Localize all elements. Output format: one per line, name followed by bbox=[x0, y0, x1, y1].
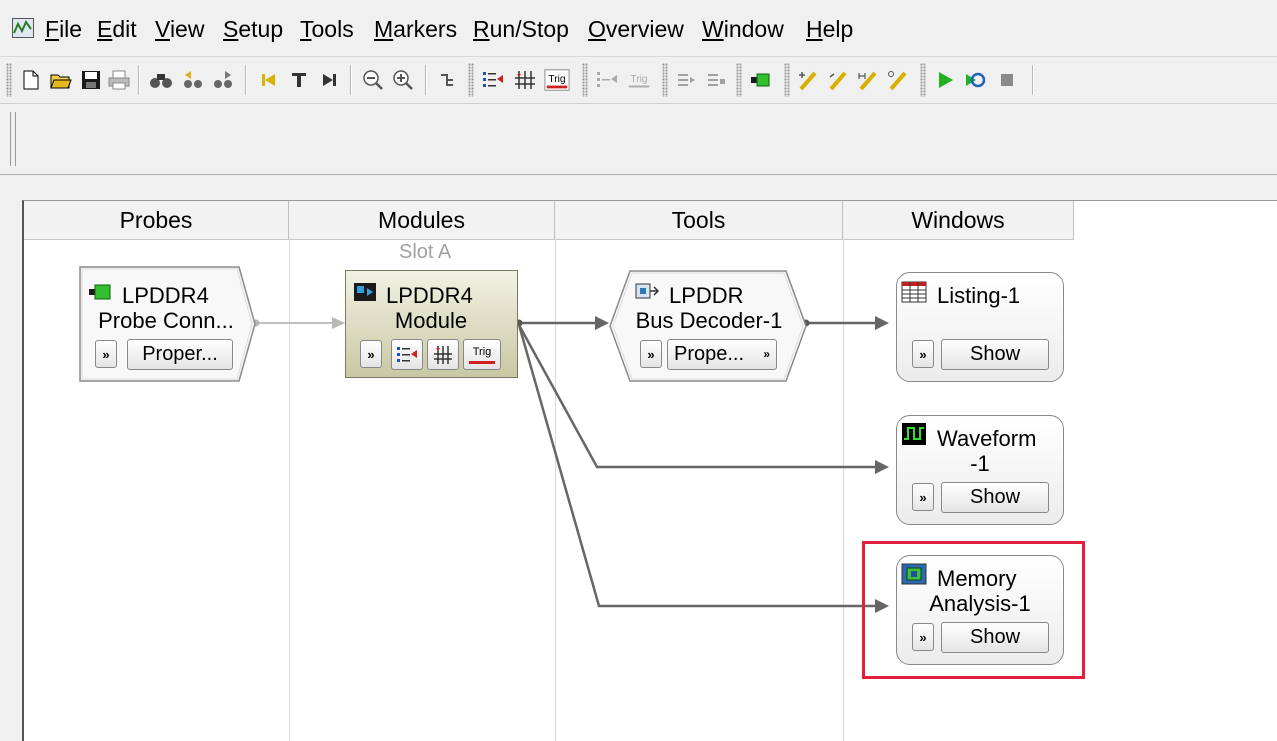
column-header-modules: Modules bbox=[289, 201, 555, 240]
menu-file[interactable]: File bbox=[45, 14, 82, 44]
secondary-toolbar-grip[interactable] bbox=[10, 112, 16, 166]
find-previous-icon[interactable] bbox=[180, 67, 206, 93]
highlight-box bbox=[862, 541, 1085, 679]
toolbar-grip[interactable] bbox=[6, 63, 12, 97]
menu-bar: File Edit View Setup Tools Markers Run/S… bbox=[0, 0, 1277, 56]
secondary-toolbar bbox=[0, 103, 1277, 175]
column-header-windows: Windows bbox=[843, 201, 1074, 240]
app-icon bbox=[12, 18, 34, 38]
menu-view[interactable]: View bbox=[155, 14, 204, 44]
toolbar: Trig Trig bbox=[0, 56, 1277, 103]
probe-icon[interactable] bbox=[748, 67, 774, 93]
go-to-end-icon[interactable] bbox=[316, 67, 342, 93]
probe-node-title: LPDDR4 bbox=[122, 283, 209, 308]
go-to-start-icon[interactable] bbox=[256, 67, 282, 93]
slot-label: Slot A bbox=[399, 241, 452, 263]
probe-icon bbox=[89, 284, 111, 300]
menu-markers[interactable]: Markers bbox=[374, 14, 457, 44]
timing-setup-icon bbox=[434, 345, 452, 364]
probe-node-subtitle: Probe Conn... bbox=[98, 308, 234, 333]
menu-help[interactable]: Help bbox=[806, 14, 853, 44]
waveform-window-title: Waveform bbox=[937, 426, 1037, 451]
tool-node-title: LPDDR bbox=[669, 283, 744, 308]
module-expand-button[interactable]: » bbox=[360, 340, 382, 368]
menu-overview[interactable]: Overview bbox=[588, 14, 684, 44]
menu-window[interactable]: Window bbox=[702, 14, 784, 44]
save-icon[interactable] bbox=[78, 67, 104, 93]
find-icon[interactable] bbox=[148, 67, 174, 93]
column-header-probes: Probes bbox=[24, 201, 289, 240]
go-to-trigger-icon[interactable] bbox=[286, 67, 312, 93]
module-icon bbox=[354, 283, 376, 301]
tool-properties-label: Prope... bbox=[674, 343, 745, 365]
list-icon bbox=[674, 67, 700, 93]
probe-expand-button[interactable]: » bbox=[95, 340, 117, 368]
sampling-setup-disabled-icon bbox=[594, 67, 620, 93]
module-node-subtitle: Module bbox=[394, 308, 468, 333]
trigger-disabled-icon: Trig bbox=[626, 67, 652, 93]
trigger-icon[interactable]: Trig bbox=[544, 67, 570, 93]
find-next-icon[interactable] bbox=[210, 67, 236, 93]
waveform-show-button[interactable]: Show bbox=[941, 482, 1049, 513]
marker-add-icon[interactable] bbox=[796, 67, 822, 93]
timing-setup-icon[interactable] bbox=[512, 67, 538, 93]
marker-time-icon[interactable] bbox=[856, 67, 882, 93]
svg-text:Trig: Trig bbox=[630, 74, 648, 85]
new-file-icon[interactable] bbox=[18, 67, 44, 93]
tool-properties-dropdown[interactable]: Prope... » bbox=[667, 339, 777, 370]
menu-run-stop[interactable]: Run/Stop bbox=[473, 14, 569, 44]
listing-icon bbox=[901, 281, 927, 303]
marker-off-icon[interactable] bbox=[886, 67, 912, 93]
marker-edit-icon[interactable] bbox=[826, 67, 852, 93]
list-stop-icon bbox=[704, 67, 730, 93]
tool-expand-button[interactable]: » bbox=[640, 340, 662, 368]
open-folder-icon[interactable] bbox=[48, 67, 74, 93]
connect-icon[interactable] bbox=[435, 67, 461, 93]
print-icon[interactable] bbox=[106, 67, 132, 93]
waveform-window-subtitle: -1 bbox=[970, 451, 990, 476]
decoder-icon bbox=[635, 283, 660, 299]
module-timing-button[interactable] bbox=[427, 339, 459, 370]
stop-icon[interactable] bbox=[994, 67, 1020, 93]
menu-tools[interactable]: Tools bbox=[300, 14, 354, 44]
waveform-icon bbox=[902, 423, 926, 445]
module-trigger-button[interactable]: Trig bbox=[463, 339, 501, 370]
listing-show-button[interactable]: Show bbox=[941, 339, 1049, 370]
menu-edit[interactable]: Edit bbox=[97, 14, 137, 44]
zoom-out-icon[interactable] bbox=[360, 67, 386, 93]
sampling-setup-icon bbox=[397, 346, 417, 362]
listing-expand-button[interactable]: » bbox=[912, 340, 934, 368]
tool-node-subtitle: Bus Decoder-1 bbox=[635, 308, 783, 333]
zoom-in-icon[interactable] bbox=[390, 67, 416, 93]
waveform-expand-button[interactable]: » bbox=[912, 483, 934, 511]
module-node-title: LPDDR4 bbox=[386, 283, 473, 308]
chevron-down-icon: » bbox=[763, 347, 770, 361]
menu-setup[interactable]: Setup bbox=[223, 14, 283, 44]
svg-text:Trig: Trig bbox=[548, 74, 566, 85]
module-trigger-label: Trig bbox=[472, 345, 492, 358]
listing-window-title: Listing-1 bbox=[937, 283, 1021, 308]
module-sampling-button[interactable] bbox=[391, 339, 423, 370]
probe-properties-button[interactable]: Proper... bbox=[127, 339, 233, 370]
run-icon[interactable] bbox=[932, 67, 958, 93]
sampling-setup-icon[interactable] bbox=[480, 67, 506, 93]
run-repetitive-icon[interactable] bbox=[962, 67, 988, 93]
column-header-tools: Tools bbox=[555, 201, 843, 240]
